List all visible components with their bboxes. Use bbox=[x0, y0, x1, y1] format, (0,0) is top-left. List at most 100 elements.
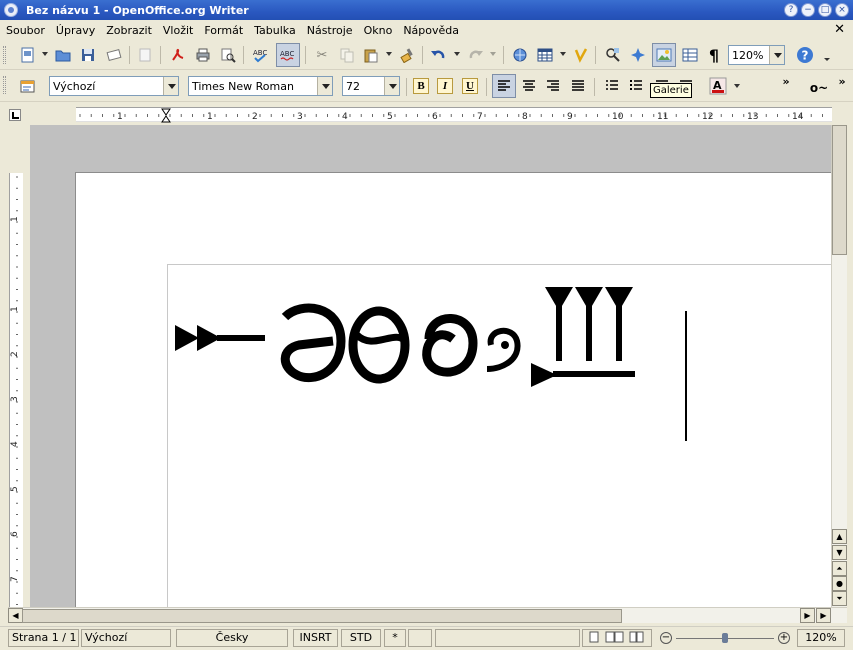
next-page-button[interactable]: ⏷ bbox=[832, 591, 847, 606]
find-replace-icon[interactable] bbox=[603, 45, 623, 65]
tab-stop-selector-icon[interactable] bbox=[9, 109, 21, 121]
underline-button[interactable]: U bbox=[462, 78, 478, 94]
indent-marker[interactable] bbox=[161, 108, 171, 123]
undo-icon[interactable] bbox=[428, 45, 448, 65]
bullets-icon[interactable] bbox=[626, 76, 646, 96]
status-digital-signature[interactable] bbox=[408, 629, 432, 647]
menu-soubor[interactable]: Soubor bbox=[6, 24, 45, 37]
horizontal-scroll-thumb[interactable] bbox=[22, 609, 622, 623]
ruler-strip[interactable]: 1 1 2 3 4 5 6 7 8 9 10 11 12 13 14 bbox=[76, 107, 832, 123]
bold-button[interactable]: B bbox=[413, 78, 429, 94]
status-zoom[interactable]: 120% bbox=[797, 629, 845, 647]
email-document-icon[interactable] bbox=[104, 45, 124, 65]
paste-icon[interactable] bbox=[361, 45, 381, 65]
status-language[interactable]: Česky bbox=[176, 629, 288, 647]
close-document-icon[interactable]: ✕ bbox=[834, 22, 845, 37]
italic-button[interactable]: I bbox=[437, 78, 453, 94]
show-draw-functions-icon[interactable] bbox=[571, 45, 591, 65]
zoom-dropdown-arrow[interactable] bbox=[769, 46, 784, 64]
open-folder-icon[interactable] bbox=[53, 45, 73, 65]
menu-upravy[interactable]: Úpravy bbox=[56, 24, 95, 37]
justify-icon[interactable] bbox=[568, 76, 588, 96]
data-sources-icon[interactable] bbox=[680, 45, 700, 65]
gallery-icon[interactable] bbox=[652, 43, 676, 67]
font-color-dropdown-arrow[interactable] bbox=[734, 84, 740, 88]
redo-dropdown-arrow[interactable] bbox=[490, 52, 496, 56]
hyperlink-icon[interactable] bbox=[510, 45, 530, 65]
zoom-out-icon[interactable]: − bbox=[660, 632, 672, 644]
paragraph-style-dropdown-arrow[interactable] bbox=[163, 77, 178, 95]
scroll-up-button[interactable]: ▲ bbox=[832, 529, 847, 544]
spellcheck-icon[interactable]: ABC bbox=[251, 45, 271, 65]
menu-nastroje[interactable]: Nástroje bbox=[307, 24, 353, 37]
text-area-boundary[interactable] bbox=[167, 264, 831, 607]
scroll-down-button[interactable]: ▼ bbox=[832, 545, 847, 560]
toolbar-more-icon[interactable]: » bbox=[780, 71, 792, 91]
print-icon[interactable] bbox=[193, 45, 213, 65]
vertical-ruler-strip[interactable]: 1 1 2 3 4 5 6 7 bbox=[9, 173, 23, 607]
help-icon[interactable]: ? bbox=[795, 45, 815, 65]
navigation-target-button[interactable]: ● bbox=[832, 576, 847, 591]
paragraph-style-combo[interactable]: Výchozí bbox=[49, 76, 179, 96]
table-icon[interactable] bbox=[535, 45, 555, 65]
zoom-slider-knob[interactable] bbox=[722, 633, 728, 643]
maximize-button[interactable]: □ bbox=[818, 3, 832, 17]
openoffice-app-icon[interactable] bbox=[4, 3, 18, 17]
edit-file-icon[interactable] bbox=[135, 45, 155, 65]
zoom-in-icon[interactable]: + bbox=[778, 632, 790, 644]
numbering-icon[interactable] bbox=[602, 76, 622, 96]
paste-dropdown-arrow[interactable] bbox=[386, 52, 392, 56]
styles-formatting-icon[interactable] bbox=[18, 76, 38, 96]
status-selection-mode[interactable]: STD bbox=[341, 629, 381, 647]
toolbar-overflow-icon[interactable] bbox=[821, 45, 833, 65]
page-preview-icon[interactable] bbox=[218, 45, 238, 65]
align-center-icon[interactable] bbox=[519, 76, 539, 96]
status-view-layout[interactable] bbox=[582, 629, 652, 647]
format-paintbrush-icon[interactable] bbox=[397, 45, 417, 65]
menu-zobrazit[interactable]: Zobrazit bbox=[106, 24, 152, 37]
zoom-slider[interactable]: − + bbox=[660, 632, 790, 646]
minimize-button[interactable]: − bbox=[801, 3, 815, 17]
previous-page-button[interactable]: ⏶ bbox=[832, 561, 847, 576]
zoom-combo[interactable]: 120% bbox=[728, 45, 785, 65]
undo-dropdown-arrow[interactable] bbox=[454, 52, 460, 56]
document-canvas[interactable] bbox=[30, 125, 831, 607]
copy-icon[interactable] bbox=[337, 45, 357, 65]
font-name-dropdown-arrow[interactable] bbox=[317, 77, 332, 95]
font-name-combo[interactable]: Times New Roman bbox=[188, 76, 333, 96]
help-context-button[interactable]: ? bbox=[784, 3, 798, 17]
menu-format[interactable]: Formát bbox=[204, 24, 243, 37]
toolbar-grip[interactable] bbox=[3, 76, 6, 94]
auto-spellcheck-icon[interactable]: ABC bbox=[276, 43, 300, 67]
vertical-scrollbar[interactable]: ▲ ▼ ⏶ ● ⏷ bbox=[831, 125, 847, 607]
save-icon[interactable] bbox=[78, 45, 98, 65]
formatting-marks-icon[interactable]: ¶ bbox=[704, 45, 724, 65]
menu-tabulka[interactable]: Tabulka bbox=[254, 24, 296, 37]
redo-icon[interactable] bbox=[466, 45, 486, 65]
new-dropdown-arrow[interactable] bbox=[42, 52, 48, 56]
horizontal-scrollbar[interactable]: ◀ ▶ ▶ bbox=[8, 607, 847, 623]
scroll-right-button[interactable]: ▶ bbox=[800, 608, 815, 623]
close-window-button[interactable]: × bbox=[835, 3, 849, 17]
font-color-icon[interactable]: A bbox=[708, 76, 728, 96]
status-insert-mode[interactable]: INSRT bbox=[293, 629, 338, 647]
vertical-scroll-thumb[interactable] bbox=[832, 125, 847, 255]
font-size-combo[interactable]: 72 bbox=[342, 76, 400, 96]
document-page[interactable] bbox=[75, 172, 831, 607]
menu-napoveda[interactable]: Nápověda bbox=[403, 24, 459, 37]
status-page-count[interactable]: Strana 1 / 1 bbox=[8, 629, 79, 647]
toolbar-more-icon-2[interactable]: » bbox=[836, 71, 848, 91]
status-modified[interactable]: * bbox=[384, 629, 406, 647]
font-size-dropdown-arrow[interactable] bbox=[384, 77, 399, 95]
new-document-icon[interactable] bbox=[18, 45, 38, 65]
table-dropdown-arrow[interactable] bbox=[560, 52, 566, 56]
export-pdf-icon[interactable] bbox=[168, 45, 188, 65]
align-right-icon[interactable] bbox=[543, 76, 563, 96]
character-spacing-icon[interactable]: o~ bbox=[808, 78, 830, 98]
status-page-style[interactable]: Výchozí bbox=[81, 629, 171, 647]
horizontal-ruler[interactable]: 1 1 2 3 4 5 6 7 8 9 10 11 12 13 14 bbox=[0, 103, 853, 125]
cut-icon[interactable]: ✂ bbox=[312, 45, 332, 65]
menu-okno[interactable]: Okno bbox=[364, 24, 393, 37]
toolbar-grip[interactable] bbox=[3, 46, 6, 64]
navigator-icon[interactable] bbox=[628, 45, 648, 65]
